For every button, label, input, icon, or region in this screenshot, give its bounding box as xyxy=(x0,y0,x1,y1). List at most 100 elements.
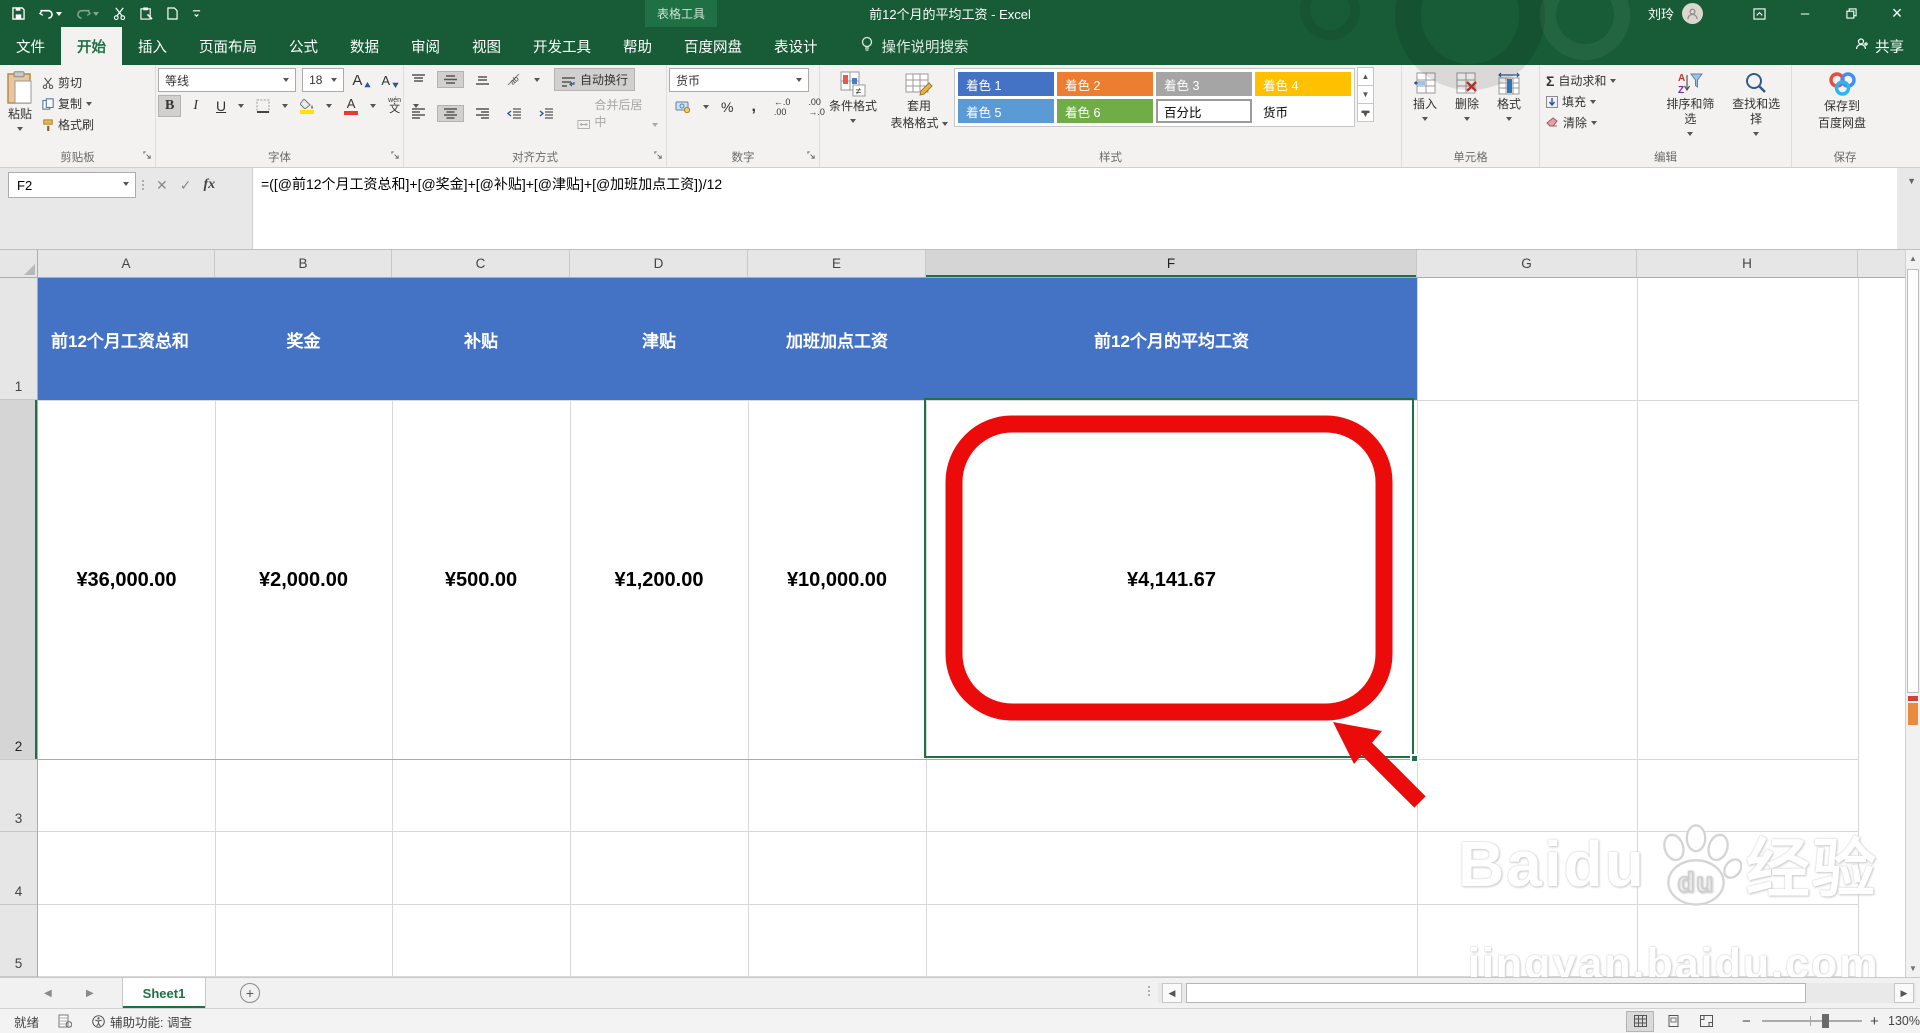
fill-color-dropdown[interactable] xyxy=(326,104,333,111)
sheet-next-icon[interactable]: ▶ xyxy=(86,978,94,1008)
cell-C2[interactable]: ¥500.00 xyxy=(392,400,570,760)
column-header-G[interactable]: G xyxy=(1417,250,1637,277)
style-accent6[interactable]: 着色 6 xyxy=(1057,99,1153,123)
column-header-F[interactable]: F xyxy=(926,250,1417,277)
number-dialog-launcher-icon[interactable] xyxy=(807,149,816,163)
zoom-out-button[interactable]: − xyxy=(1742,1009,1751,1033)
sheet-tab-sheet1[interactable]: Sheet1 xyxy=(122,978,206,1008)
alignment-dialog-launcher-icon[interactable] xyxy=(654,149,663,163)
underline-dropdown[interactable] xyxy=(238,104,245,111)
enter-icon[interactable]: ✓ xyxy=(180,177,192,194)
zoom-slider-thumb[interactable] xyxy=(1822,1014,1829,1028)
cut-icon[interactable] xyxy=(113,7,126,20)
column-header-H[interactable]: H xyxy=(1637,250,1858,277)
fill-button[interactable]: 填充 xyxy=(1542,91,1658,112)
align-left-button[interactable] xyxy=(406,106,431,121)
tab-data[interactable]: 数据 xyxy=(334,27,395,65)
column-header-B[interactable]: B xyxy=(215,250,392,277)
column-header-E[interactable]: E xyxy=(748,250,926,277)
tab-formulas[interactable]: 公式 xyxy=(273,27,334,65)
cell-F1[interactable]: 前12个月的平均工资 xyxy=(926,278,1417,400)
tab-baidu-netdisk[interactable]: 百度网盘 xyxy=(668,27,758,65)
insert-function-icon[interactable]: fx xyxy=(203,177,215,193)
tab-developer[interactable]: 开发工具 xyxy=(517,27,607,65)
gallery-down-icon[interactable]: ▼ xyxy=(1357,85,1374,104)
tab-home[interactable]: 开始 xyxy=(61,27,122,65)
cut-button[interactable]: 剪切 xyxy=(38,72,98,93)
sheet-prev-icon[interactable]: ◀ xyxy=(44,978,52,1008)
zoom-in-button[interactable]: + xyxy=(1870,1009,1879,1033)
align-bottom-button[interactable] xyxy=(470,72,495,87)
accounting-dropdown[interactable] xyxy=(703,105,709,112)
row-header-2[interactable]: 2 xyxy=(0,400,37,760)
tab-file[interactable]: 文件 xyxy=(0,27,61,65)
table-header-row[interactable]: 前12个月工资总和 奖金 补贴 津贴 加班加点工资 前12个月的平均工资 xyxy=(38,278,1417,400)
avatar[interactable] xyxy=(1682,3,1704,24)
save-to-baidu-button[interactable]: 保存到 百度网盘 xyxy=(1794,68,1890,134)
name-box[interactable]: F2 xyxy=(8,172,136,198)
minimize-button[interactable]: – xyxy=(1782,0,1828,27)
tab-review[interactable]: 审阅 xyxy=(395,27,456,65)
copy-button[interactable]: 复制 xyxy=(38,93,98,114)
format-as-table-button[interactable]: 套用 表格格式 xyxy=(884,68,954,134)
new-document-icon[interactable] xyxy=(167,7,178,20)
orientation-dropdown[interactable] xyxy=(534,77,540,85)
page-layout-view-icon[interactable] xyxy=(1659,1011,1687,1032)
align-right-button[interactable] xyxy=(470,106,495,121)
row-header-5[interactable]: 5 xyxy=(0,905,37,977)
formula-input[interactable]: =([@前12个月工资总和]+[@奖金]+[@补贴]+[@津贴]+[@加班加点工… xyxy=(252,168,1897,249)
underline-button[interactable]: U xyxy=(210,96,232,116)
undo-dropdown[interactable] xyxy=(56,11,62,19)
tab-help[interactable]: 帮助 xyxy=(607,27,668,65)
clear-button[interactable]: 清除 xyxy=(1542,112,1658,133)
style-accent1[interactable]: 着色 1 xyxy=(958,72,1054,96)
cell-B1[interactable]: 奖金 xyxy=(215,278,392,400)
cell-A1[interactable]: 前12个月工资总和 xyxy=(38,278,215,400)
qat-customize-icon[interactable] xyxy=(192,9,201,18)
cell-A2[interactable]: ¥36,000.00 xyxy=(38,400,215,760)
increase-indent-button[interactable] xyxy=(533,106,559,121)
cell-E2[interactable]: ¥10,000.00 xyxy=(748,400,926,760)
font-color-dropdown[interactable] xyxy=(370,104,377,111)
save-icon[interactable] xyxy=(12,7,25,20)
cell-C1[interactable]: 补贴 xyxy=(392,278,570,400)
restore-button[interactable] xyxy=(1828,0,1874,27)
gallery-more-icon[interactable]: ▬ ▼ xyxy=(1357,103,1374,122)
borders-dropdown[interactable] xyxy=(282,104,289,111)
column-header-D[interactable]: D xyxy=(570,250,748,277)
scroll-down-icon[interactable]: ▼ xyxy=(1906,960,1920,977)
zoom-level[interactable]: 130% xyxy=(1888,1009,1920,1033)
style-accent5[interactable]: 着色 5 xyxy=(958,99,1054,123)
align-middle-button[interactable] xyxy=(437,71,464,88)
tab-insert[interactable]: 插入 xyxy=(122,27,183,65)
increase-decimal-button[interactable]: ←.0 .00 xyxy=(768,95,797,119)
style-accent4[interactable]: 着色 4 xyxy=(1255,72,1351,96)
cell-B2[interactable]: ¥2,000.00 xyxy=(215,400,392,760)
select-all-corner[interactable] xyxy=(0,250,38,278)
insert-cells-button[interactable]: 插入 xyxy=(1404,68,1446,149)
style-accent2[interactable]: 着色 2 xyxy=(1057,72,1153,96)
column-header-A[interactable]: A xyxy=(38,250,215,277)
format-cells-button[interactable]: 格式 xyxy=(1488,68,1530,149)
font-family-select[interactable]: 等线 xyxy=(158,68,297,92)
orientation-button[interactable]: ab xyxy=(501,71,528,88)
shrink-font-button[interactable]: A xyxy=(379,73,401,88)
percent-style-button[interactable]: % xyxy=(715,97,739,117)
paste-icon[interactable] xyxy=(140,7,153,20)
cancel-icon[interactable]: ✕ xyxy=(156,177,168,194)
fill-handle[interactable] xyxy=(1410,754,1419,763)
style-accent3[interactable]: 着色 3 xyxy=(1156,72,1252,96)
tab-view[interactable]: 视图 xyxy=(456,27,517,65)
page-break-view-icon[interactable] xyxy=(1692,1011,1720,1032)
scroll-right-icon[interactable]: ▶ xyxy=(1894,983,1914,1003)
zoom-slider-track[interactable] xyxy=(1762,1020,1862,1022)
formula-bar-collapse-icon[interactable]: ▼ xyxy=(1907,176,1916,186)
align-center-button[interactable] xyxy=(437,104,464,122)
tab-page-layout[interactable]: 页面布局 xyxy=(183,27,273,65)
copy-dropdown[interactable] xyxy=(86,101,93,109)
style-percent[interactable]: 百分比 xyxy=(1156,99,1252,123)
cell-E1[interactable]: 加班加点工资 xyxy=(748,278,926,400)
vertical-scrollbar[interactable]: ▲ ▼ xyxy=(1905,250,1920,977)
wrap-text-button[interactable]: 自动换行 xyxy=(554,68,636,91)
gallery-up-icon[interactable]: ▲ xyxy=(1357,67,1374,86)
